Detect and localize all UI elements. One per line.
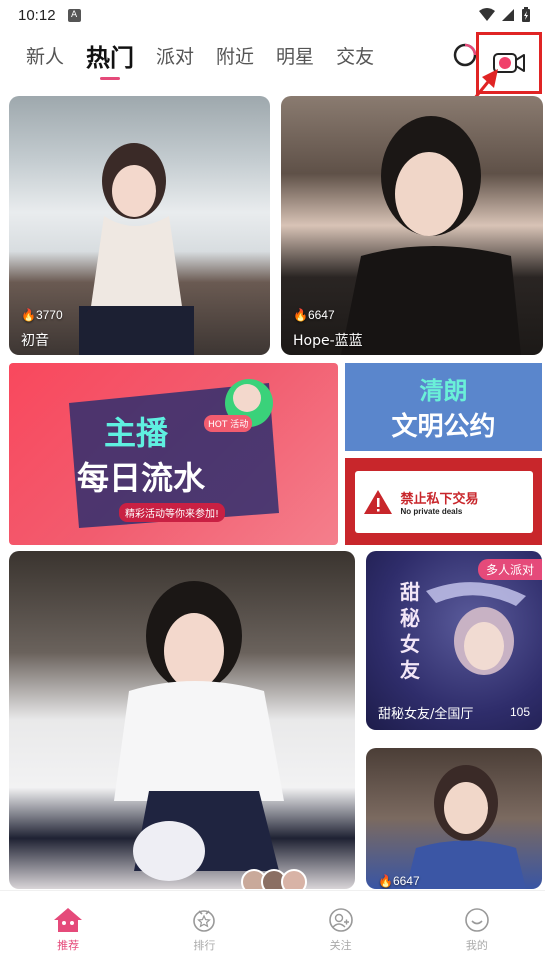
heat-count: 🔥6647 bbox=[378, 874, 420, 888]
follow-icon bbox=[328, 908, 353, 932]
banner-title: 主播 bbox=[104, 414, 169, 452]
avatar bbox=[281, 869, 307, 889]
live-room-card[interactable]: 🔥6647 Hope-蓝蓝 bbox=[281, 96, 543, 355]
party-room-name: 甜秘女友/全国厅 bbox=[378, 707, 474, 722]
live-room-card[interactable]: 🔥3770 初音 bbox=[9, 96, 270, 355]
tab-nearby[interactable]: 附近 bbox=[216, 42, 254, 69]
tab-friends[interactable]: 交友 bbox=[336, 42, 374, 69]
nav-ranking[interactable]: 排行 bbox=[136, 891, 272, 967]
notification-indicator: A bbox=[67, 8, 81, 22]
heat-count: 🔥3770 bbox=[21, 308, 63, 322]
signal-icon bbox=[502, 9, 514, 21]
nav-label: 推荐 bbox=[57, 939, 80, 952]
streamer-name: Hope-蓝蓝 bbox=[293, 333, 363, 349]
party-tag: 多人派对 bbox=[477, 559, 542, 580]
warning-panel: 禁止私下交易 No private deals bbox=[354, 470, 533, 533]
battery-icon bbox=[522, 7, 530, 22]
heat-count: 🔥6647 bbox=[293, 308, 335, 322]
event-banner[interactable]: HOT 活动 主播 每日流水 精彩活动等你来参加! bbox=[9, 363, 338, 545]
ranking-icon bbox=[193, 910, 216, 932]
banner-badge: HOT 活动 bbox=[204, 415, 253, 432]
profile-icon bbox=[465, 908, 489, 932]
bottom-nav: 推荐 排行 关注 我的 bbox=[0, 890, 545, 967]
streamer-thumbnail bbox=[114, 581, 284, 881]
streamer-thumbnail bbox=[406, 765, 526, 889]
banner-r2-subtitle: No private deals bbox=[400, 506, 463, 516]
nav-follow[interactable]: 关注 bbox=[273, 891, 409, 967]
warning-icon bbox=[363, 489, 392, 514]
banner-r1-line1: 清朗 bbox=[419, 377, 468, 405]
banner-caption: 精彩活动等你来参加! bbox=[119, 503, 226, 522]
nav-profile[interactable]: 我的 bbox=[409, 891, 545, 967]
nav-label: 排行 bbox=[193, 939, 216, 952]
live-room-card[interactable]: 🔥6647 bbox=[366, 748, 542, 889]
party-room-card[interactable]: 多人派对 甜秘女友 甜秘女友/全国厅 105 bbox=[366, 551, 542, 730]
streamer-name: 初音 bbox=[21, 333, 49, 349]
wifi-icon bbox=[479, 8, 495, 21]
party-viewer-count: 105 bbox=[509, 705, 530, 719]
home-icon bbox=[54, 908, 83, 932]
no-private-deals-banner[interactable]: 禁止私下交易 No private deals bbox=[345, 458, 542, 545]
tab-hot[interactable]: 热门 bbox=[86, 38, 134, 73]
civility-pact-banner[interactable]: 清朗 文明公约 bbox=[345, 363, 542, 451]
nav-label: 我的 bbox=[465, 939, 488, 952]
live-room-card[interactable] bbox=[9, 551, 355, 889]
nav-label: 关注 bbox=[329, 939, 352, 952]
party-art-text: 甜秘女友 bbox=[400, 580, 420, 682]
banner-r1-line2: 文明公约 bbox=[391, 412, 496, 442]
banner-r2-title: 禁止私下交易 bbox=[400, 491, 479, 507]
status-time: 10:12 bbox=[18, 6, 56, 24]
tab-party[interactable]: 派对 bbox=[156, 42, 194, 69]
status-bar: 10:12 A bbox=[0, 0, 545, 30]
tab-new[interactable]: 新人 bbox=[26, 42, 64, 69]
tab-star[interactable]: 明星 bbox=[276, 42, 314, 69]
banner-subtitle: 每日流水 bbox=[77, 459, 206, 497]
status-icons bbox=[479, 7, 531, 23]
viewer-avatars bbox=[241, 869, 307, 889]
nav-recommend[interactable]: 推荐 bbox=[0, 891, 136, 967]
